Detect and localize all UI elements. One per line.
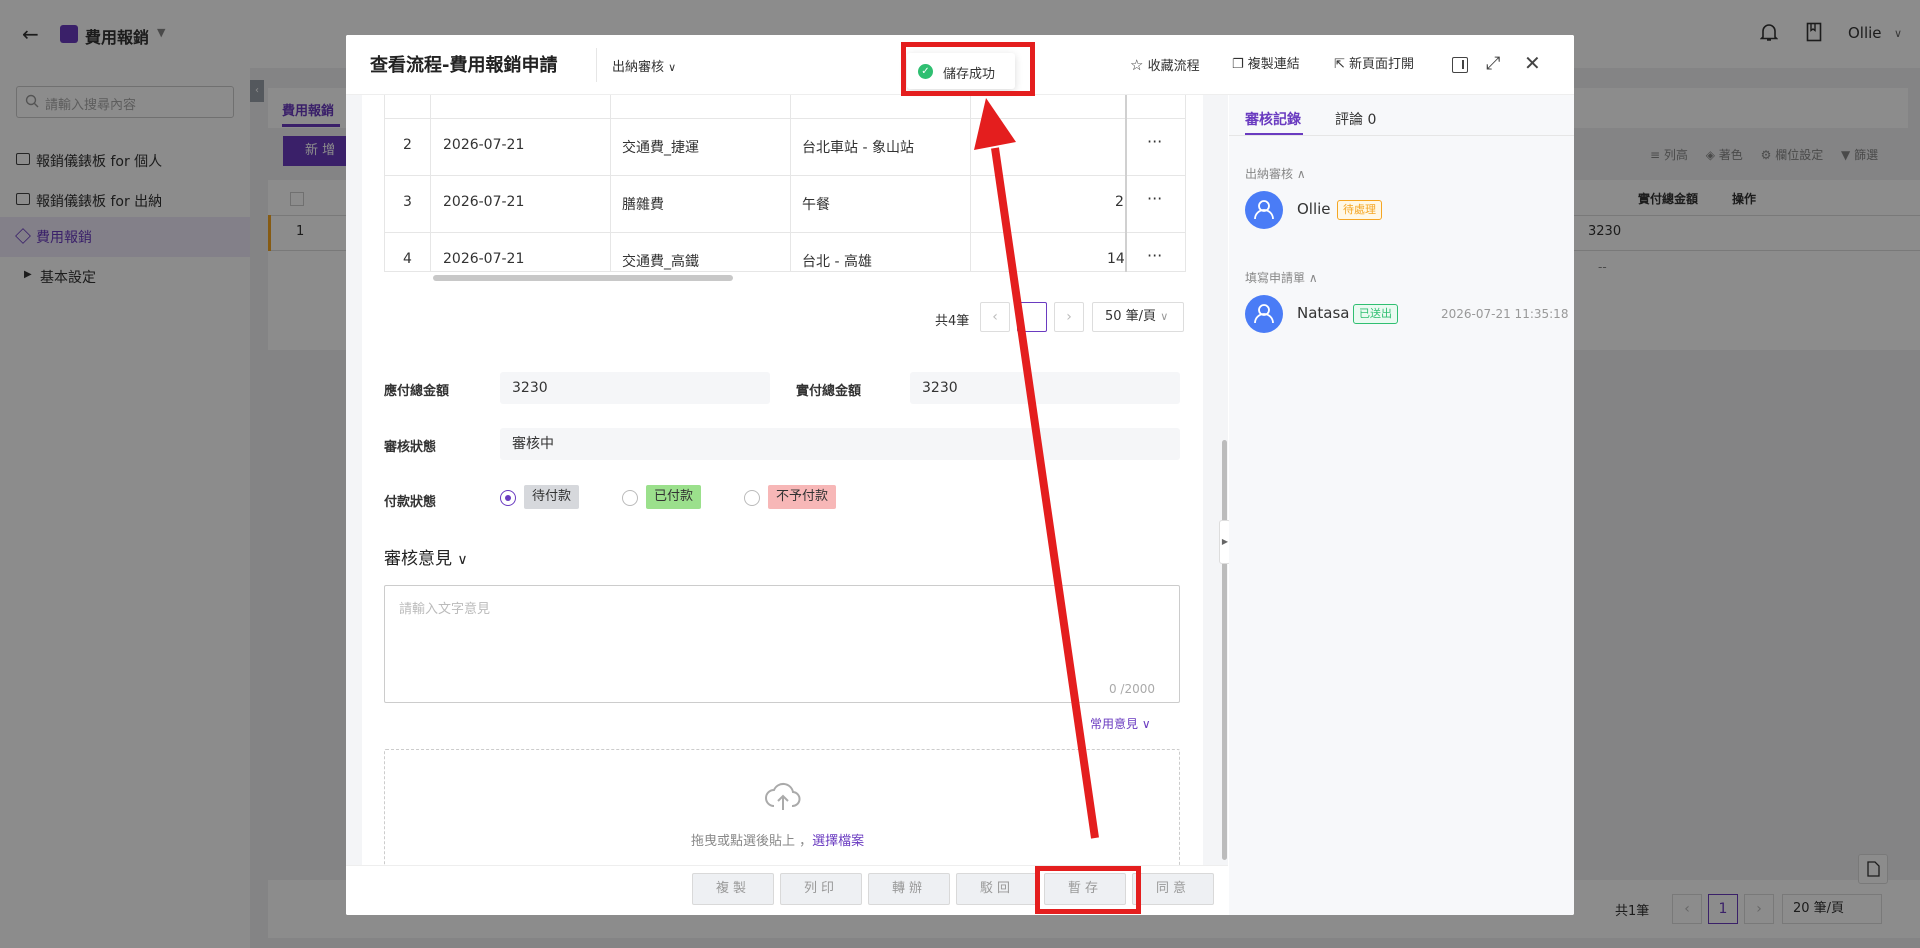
annotation-arrow [974, 98, 1099, 839]
